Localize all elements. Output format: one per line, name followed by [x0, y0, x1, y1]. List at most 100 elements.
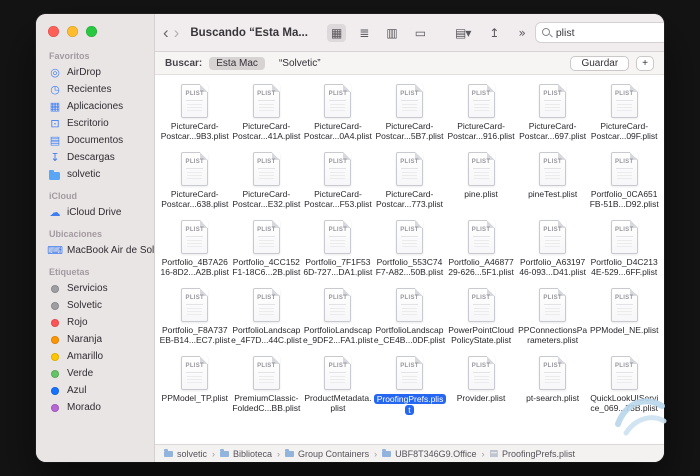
sidebar-item-servicios[interactable]: Servicios — [36, 280, 154, 297]
file-item[interactable]: PLIST ProofingPrefs.plis t — [373, 354, 447, 422]
file-item[interactable]: PLIST PictureCard- Postcar...09F.plist — [588, 82, 660, 150]
doc-preview-lines — [616, 104, 632, 113]
file-item[interactable]: PLIST pine.plist — [445, 150, 517, 218]
sidebar-item-solvetic[interactable]: solvetic — [36, 166, 154, 183]
gallery-view-icon[interactable] — [411, 24, 430, 42]
plist-file-icon: PLIST — [324, 152, 352, 186]
sidebar-item-macbook-air-de-sol[interactable]: MacBook Air de Sol... — [36, 242, 154, 259]
file-type-badge: PLIST — [400, 91, 419, 97]
file-item[interactable]: PLIST PictureCard- Postcar...E32.plist — [231, 150, 303, 218]
sidebar-item-recientes[interactable]: Recientes — [36, 81, 154, 98]
sidebar-item-icloud-drive[interactable]: iCloud Drive — [36, 204, 154, 221]
file-item[interactable]: PLIST Portfolio_553C74 F7-A82...50B.plist — [374, 218, 446, 286]
sidebar-section: Ubicaciones MacBook Air de Sol... — [36, 229, 154, 259]
file-item[interactable]: PLIST Portfolio_7F1F53 6D-727...DA1.plist — [302, 218, 374, 286]
file-item[interactable]: PLIST PictureCard- Postcar...F53.plist — [302, 150, 374, 218]
search-field[interactable]: plist — [534, 22, 664, 43]
file-item[interactable]: PLIST pt-search.plist — [517, 354, 589, 422]
folder-icon — [220, 449, 230, 458]
file-item[interactable]: PLIST pineTest.plist — [517, 150, 589, 218]
sidebar-section-title: Ubicaciones — [49, 229, 103, 239]
path-item[interactable]: solvetic — [164, 449, 207, 459]
file-item[interactable]: PLIST PictureCard- Postcar...5B7.plist — [374, 82, 446, 150]
file-item[interactable]: PLIST PictureCard- Postcar...697.plist — [517, 82, 589, 150]
file-type-badge: PLIST — [543, 295, 562, 301]
tag-icon — [51, 301, 59, 310]
file-item[interactable]: PLIST Portfolio_4B7A26 16-8D2...A2B.plist — [159, 218, 231, 286]
sidebar-item-azul[interactable]: Azul — [36, 382, 154, 399]
sidebar-item-rojo[interactable]: Rojo — [36, 314, 154, 331]
minimize-button[interactable] — [67, 26, 78, 37]
doc-divider — [615, 372, 633, 373]
file-item[interactable]: PLIST Provider.plist — [445, 354, 517, 422]
sidebar-item-documentos[interactable]: Documentos — [36, 132, 154, 149]
path-item-label: ProofingPrefs.plist — [501, 448, 576, 459]
search-input[interactable]: plist — [556, 27, 662, 39]
file-item[interactable]: PLIST PictureCard- Postcar...916.plist — [445, 82, 517, 150]
columns-view-icon[interactable] — [382, 24, 401, 42]
file-name: Portfolio_A46877 29-626...5F1.plist — [448, 257, 514, 277]
file-item[interactable]: PLIST Portfolio_F8A737 EB-B14...EC7.plist — [159, 286, 231, 354]
folder-icon — [285, 449, 295, 458]
overflow-chevron-icon[interactable] — [514, 24, 529, 42]
file-item[interactable]: PLIST PictureCard- Postcar...9B3.plist — [159, 82, 231, 150]
file-item[interactable]: PLIST Portfolio_A46877 29-626...5F1.plist — [445, 218, 517, 286]
scope-solvetic[interactable]: “Solvetic” — [272, 57, 328, 70]
doc-preview-lines — [473, 308, 489, 317]
grid-view-icon[interactable] — [326, 23, 347, 42]
doc-preview-lines — [401, 308, 417, 317]
file-item[interactable]: PLIST ProductMetadata. plist — [302, 354, 374, 422]
file-item[interactable]: PLIST PortfolioLandscap e_CE4B...0DF.plis… — [374, 286, 446, 354]
file-type-badge: PLIST — [257, 91, 276, 97]
doc-divider — [186, 372, 204, 373]
share-icon[interactable] — [485, 24, 503, 42]
list-view-icon[interactable] — [355, 24, 373, 42]
zoom-button[interactable] — [86, 26, 97, 37]
path-item[interactable]: ProofingPrefs.plist — [489, 449, 575, 459]
sidebar-item-airdrop[interactable]: AirDrop — [36, 64, 154, 81]
back-button[interactable]: ‹ — [163, 24, 169, 41]
forward-button[interactable]: › — [174, 24, 180, 41]
file-item[interactable]: PLIST Portfolio_D4C213 4E-529...6FF.plist — [588, 218, 660, 286]
path-item[interactable]: Group Containers — [285, 449, 369, 459]
file-item[interactable]: PLIST PremiumClassic- FoldedC...BB.plist — [231, 354, 303, 422]
plist-file-icon: PLIST — [610, 152, 638, 186]
close-button[interactable] — [48, 26, 59, 37]
file-name: Portfolio_4CC152 F1-18C6...2B.plist — [232, 257, 301, 277]
doc-divider — [615, 100, 633, 101]
plist-file-icon: PLIST — [395, 288, 423, 322]
file-item[interactable]: PLIST PictureCard- Postcar...773.plist — [374, 150, 446, 218]
scope-this-mac[interactable]: Esta Mac — [209, 56, 265, 70]
file-item[interactable]: PLIST PPConnectionsPa rameters.plist — [517, 286, 589, 354]
icloud-icon — [48, 207, 62, 218]
plist-file-icon: PLIST — [610, 288, 638, 322]
sidebar-item-verde[interactable]: Verde — [36, 365, 154, 382]
save-button[interactable]: Guardar — [570, 55, 630, 71]
sidebar-item-amarillo[interactable]: Amarillo — [36, 348, 154, 365]
sidebar-item-morado[interactable]: Morado — [36, 399, 154, 416]
file-item[interactable]: PLIST PictureCard- Postcar...0A4.plist — [302, 82, 374, 150]
plist-file-icon: PLIST — [252, 356, 280, 390]
file-item[interactable]: PLIST PortfolioLandscap e_4F7D...44C.plis… — [231, 286, 303, 354]
file-item[interactable]: PLIST PPModel_TP.plist — [159, 354, 231, 422]
sidebar-item-descargas[interactable]: Descargas — [36, 149, 154, 166]
sidebar-item-escritorio[interactable]: Escritorio — [36, 115, 154, 132]
file-name: Portfolio_553C74 F7-A82...50B.plist — [375, 257, 444, 277]
file-item[interactable]: PLIST PictureCard- Postcar...638.plist — [159, 150, 231, 218]
doc-divider — [257, 372, 275, 373]
sidebar-item-aplicaciones[interactable]: Aplicaciones — [36, 98, 154, 115]
file-item[interactable]: PLIST PowerPointCloud PolicyState.plist — [445, 286, 517, 354]
file-item[interactable]: PLIST Portfolio_4CC152 F1-18C6...2B.plist — [231, 218, 303, 286]
path-item[interactable]: UBF8T346G9.Office — [382, 449, 476, 459]
group-icon[interactable] — [451, 24, 474, 42]
file-item[interactable]: PLIST PPModel_NE.plist — [588, 286, 660, 354]
file-item[interactable]: PLIST Portfolio_A63197 46-093...D41.plist — [517, 218, 589, 286]
file-item[interactable]: PLIST PictureCard- Postcar...41A.plist — [231, 82, 303, 150]
path-separator: › — [212, 448, 216, 459]
file-item[interactable]: PLIST Portfolio_0CA651 FB-51B...D92.plist — [588, 150, 660, 218]
sidebar-item-solvetic[interactable]: Solvetic — [36, 297, 154, 314]
path-item[interactable]: Biblioteca — [220, 449, 272, 459]
sidebar-item-naranja[interactable]: Naranja — [36, 331, 154, 348]
add-scope-button[interactable]: + — [636, 55, 654, 71]
file-item[interactable]: PLIST PortfolioLandscap e_9DF2...FA1.plis… — [302, 286, 374, 354]
